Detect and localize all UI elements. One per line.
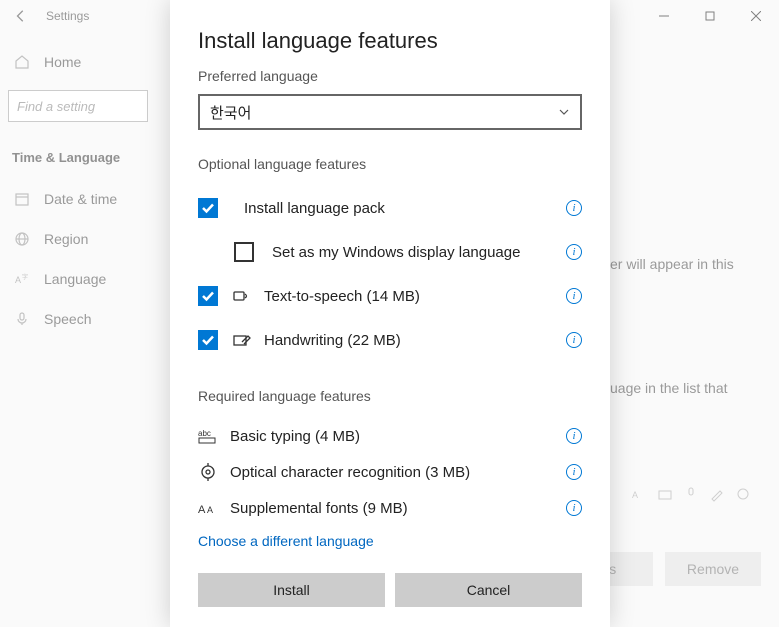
info-icon[interactable]: i (566, 200, 582, 216)
required-features-header: Required language features (198, 388, 582, 404)
cancel-button[interactable]: Cancel (395, 573, 582, 607)
info-icon[interactable]: i (566, 244, 582, 260)
option-handwriting[interactable]: Handwriting (22 MB) i (198, 318, 582, 362)
option-set-display-language[interactable]: Set as my Windows display language i (198, 230, 582, 274)
info-icon[interactable]: i (566, 332, 582, 348)
chevron-down-icon (558, 106, 570, 118)
option-label: Install language pack (244, 200, 566, 217)
ocr-icon (198, 462, 218, 482)
selected-language: 한국어 (210, 102, 251, 123)
required-label: Supplemental fonts (9 MB) (230, 500, 566, 517)
tts-icon (232, 286, 252, 306)
option-label: Set as my Windows display language (272, 244, 566, 261)
checkbox-icon[interactable] (234, 242, 254, 262)
required-fonts: AA Supplemental fonts (9 MB) i (198, 490, 582, 526)
option-label: Text-to-speech (14 MB) (264, 288, 566, 305)
install-button[interactable]: Install (198, 573, 385, 607)
info-icon[interactable]: i (566, 464, 582, 480)
optional-features-header: Optional language features (198, 156, 582, 172)
dialog-title: Install language features (198, 28, 582, 54)
svg-text:A: A (207, 505, 213, 515)
preferred-language-label: Preferred language (198, 68, 582, 84)
option-install-language-pack[interactable]: Install language pack i (198, 186, 582, 230)
checkbox-icon[interactable] (198, 198, 218, 218)
svg-text:abc: abc (198, 429, 211, 438)
abc-icon: abc (198, 426, 218, 446)
choose-different-language-link[interactable]: Choose a different language (198, 533, 582, 549)
option-label: Handwriting (22 MB) (264, 332, 566, 349)
install-language-dialog: Install language features Preferred lang… (170, 0, 610, 627)
info-icon[interactable]: i (566, 428, 582, 444)
checkbox-icon[interactable] (198, 286, 218, 306)
required-label: Basic typing (4 MB) (230, 428, 566, 445)
svg-text:A: A (198, 504, 206, 516)
language-select[interactable]: 한국어 (198, 94, 582, 130)
required-ocr: Optical character recognition (3 MB) i (198, 454, 582, 490)
required-basic-typing: abc Basic typing (4 MB) i (198, 418, 582, 454)
info-icon[interactable]: i (566, 500, 582, 516)
checkbox-icon[interactable] (198, 330, 218, 350)
required-label: Optical character recognition (3 MB) (230, 464, 566, 481)
font-icon: AA (198, 498, 218, 518)
handwriting-icon (232, 330, 252, 350)
info-icon[interactable]: i (566, 288, 582, 304)
option-text-to-speech[interactable]: Text-to-speech (14 MB) i (198, 274, 582, 318)
